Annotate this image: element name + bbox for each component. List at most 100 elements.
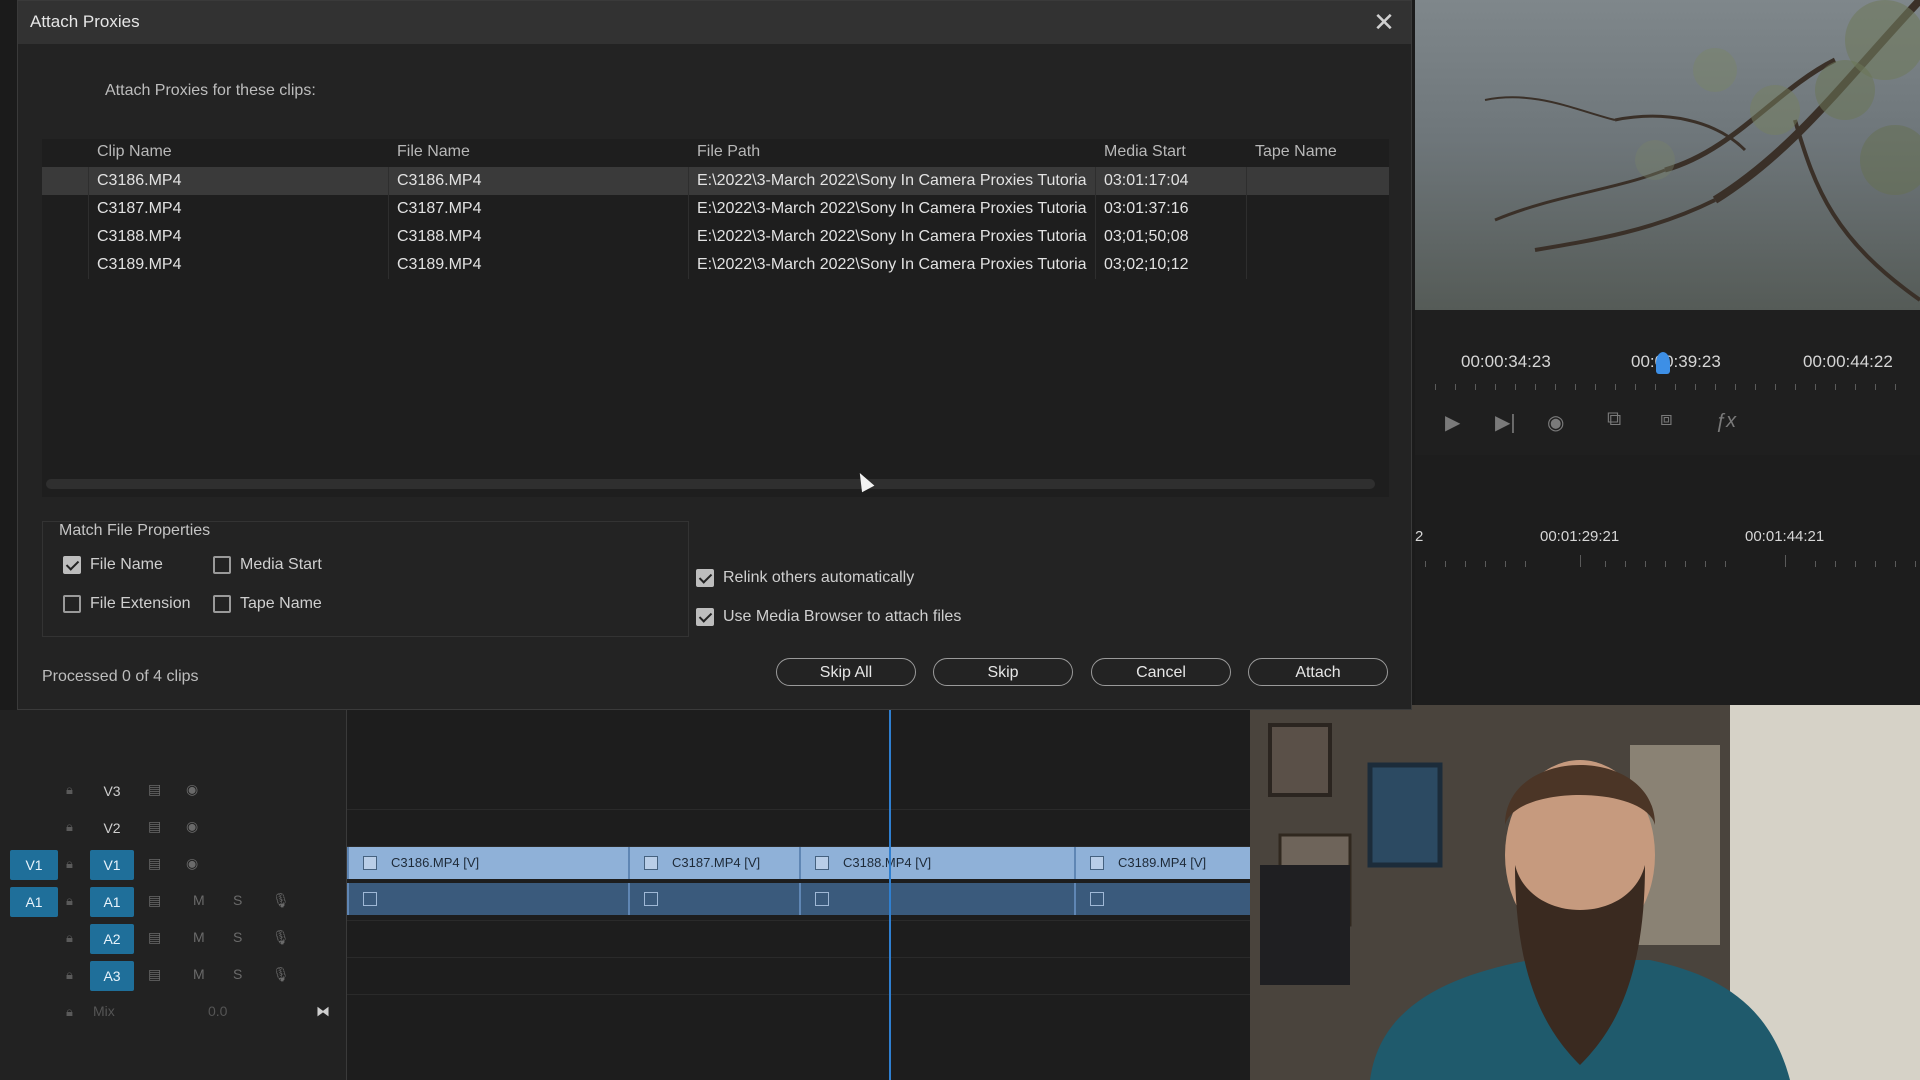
match-file-properties-label: Match File Properties (55, 522, 215, 540)
sync-lock-icon[interactable]: ▤ (148, 781, 161, 798)
ruler-label: 2 (1415, 528, 1424, 545)
relink-automatically-checkbox[interactable] (696, 569, 714, 587)
program-playhead[interactable] (1656, 352, 1670, 374)
track-name[interactable]: A1 (90, 887, 134, 917)
sync-lock-icon[interactable]: ▤ (148, 818, 161, 835)
mute-button[interactable]: M (193, 966, 205, 982)
lock-icon[interactable]: 🔒︎ (66, 967, 73, 983)
track-name[interactable]: V2 (90, 813, 134, 843)
track-header-v2: 🔒︎ V2 ▤ ◉ (0, 810, 346, 846)
mute-button[interactable]: M (193, 892, 205, 908)
sync-lock-icon[interactable]: ▤ (148, 855, 161, 872)
sync-lock-icon[interactable]: ▤ (148, 929, 161, 946)
eye-icon[interactable]: ◉ (186, 855, 198, 872)
dialog-titlebar[interactable]: Attach Proxies ✕ (18, 1, 1411, 44)
lock-icon[interactable]: 🔒︎ (66, 930, 73, 946)
track-name[interactable]: V1 (90, 850, 134, 880)
eye-icon[interactable]: ◉ (186, 818, 198, 835)
track-header-a1: A1 🔒︎ A1 ▤ M S 🎙︎ (0, 884, 346, 920)
clip-label: C3187.MP4 [V] (672, 855, 761, 870)
lock-icon[interactable]: 🔒︎ (66, 819, 73, 835)
mute-button[interactable]: M (193, 929, 205, 945)
table-row[interactable]: C3189.MP4 C3189.MP4 E:\2022\3-March 2022… (42, 251, 1389, 279)
table-row[interactable]: C3186.MP4 C3186.MP4 E:\2022\3-March 2022… (42, 167, 1389, 195)
sequence-time-ruler[interactable] (1415, 553, 1920, 567)
timeline-playhead[interactable] (889, 710, 891, 1080)
solo-button[interactable]: S (233, 966, 242, 982)
audio-clip[interactable] (347, 883, 628, 915)
table-row[interactable]: C3187.MP4 C3187.MP4 E:\2022\3-March 2022… (42, 195, 1389, 223)
overwrite-icon[interactable]: ⧈ (1660, 408, 1673, 431)
track-header-a3: 🔒︎ A3 ▤ M S 🎙︎ (0, 958, 346, 994)
audio-clip[interactable] (628, 883, 799, 915)
source-patch-a1[interactable]: A1 (10, 887, 58, 917)
cell-media-start: 03:01:17:04 (1104, 172, 1189, 189)
lock-icon[interactable]: 🔒︎ (66, 893, 73, 909)
tracks-area[interactable]: C3186.MP4 [V] C3187.MP4 [V] C3188.MP4 [V… (347, 710, 1250, 1080)
play-icon[interactable]: ▶ (1445, 410, 1460, 435)
table-row[interactable]: C3188.MP4 C3188.MP4 E:\2022\3-March 2022… (42, 223, 1389, 251)
audio-clip[interactable] (799, 883, 1074, 915)
solo-button[interactable]: S (233, 892, 242, 908)
column-header-file-path[interactable]: File Path (697, 143, 760, 161)
attach-button[interactable]: Attach (1248, 658, 1388, 686)
close-icon[interactable]: ✕ (1369, 7, 1399, 37)
timecode-label: 00:00:44:22 (1803, 352, 1893, 371)
column-header-clip-name[interactable]: Clip Name (97, 143, 172, 161)
skip-button[interactable]: Skip (933, 658, 1073, 686)
microphone-icon[interactable]: 🎙︎ (272, 966, 290, 983)
use-media-browser-checkbox[interactable] (696, 608, 714, 626)
video-clip[interactable]: C3187.MP4 [V] (628, 847, 799, 879)
column-header-tape-name[interactable]: Tape Name (1255, 143, 1337, 161)
mix-label: Mix (93, 1003, 115, 1019)
program-monitor-controls: 00:00:34:23 00:00:39:23 00:00:44:22 ▶ ▶|… (1415, 310, 1920, 455)
cell-media-start: 03;01;50;08 (1104, 228, 1189, 245)
sync-lock-icon[interactable]: ▤ (148, 966, 161, 983)
insert-icon[interactable]: ⧉ (1607, 408, 1621, 431)
lock-icon[interactable]: 🔒︎ (66, 1004, 73, 1020)
video-clip[interactable]: C3186.MP4 [V] (347, 847, 628, 879)
solo-button[interactable]: S (233, 929, 242, 945)
media-start-label: Media Start (240, 556, 322, 573)
step-forward-icon[interactable]: ▶| (1495, 410, 1516, 435)
microphone-icon[interactable]: 🎙︎ (272, 929, 290, 946)
time-ruler[interactable] (1415, 372, 1920, 390)
track-lane-a3[interactable] (347, 958, 1250, 995)
skip-all-button[interactable]: Skip All (776, 658, 916, 686)
audio-clip[interactable] (1074, 883, 1250, 915)
horizontal-scrollbar[interactable] (46, 479, 1375, 489)
cell-media-start: 03:01:37:16 (1104, 200, 1189, 217)
effects-icon[interactable]: ƒx (1715, 410, 1736, 433)
source-patch-v1[interactable]: V1 (10, 850, 58, 880)
track-name[interactable]: A2 (90, 924, 134, 954)
bowtie-icon[interactable]: ⧓ (316, 1003, 330, 1020)
column-header-file-name[interactable]: File Name (397, 143, 470, 161)
file-name-checkbox[interactable] (63, 556, 81, 574)
cell-clip-name: C3187.MP4 (97, 200, 182, 217)
track-lane-v2[interactable] (347, 810, 1250, 847)
lock-icon[interactable]: 🔒︎ (66, 856, 73, 872)
track-headers: 🔒︎ V3 ▤ ◉ 🔒︎ V2 ▤ ◉ V1 🔒︎ V1 ▤ ◉ A1 🔒︎ A… (0, 710, 347, 1080)
cell-file-path: E:\2022\3-March 2022\Sony In Camera Prox… (697, 256, 1087, 273)
cancel-button[interactable]: Cancel (1091, 658, 1231, 686)
video-clip[interactable]: C3188.MP4 [V] (799, 847, 1074, 879)
eye-icon[interactable]: ◉ (186, 781, 198, 798)
tape-name-checkbox[interactable] (213, 595, 231, 613)
mix-value[interactable]: 0.0 (208, 1003, 227, 1019)
video-clip[interactable]: C3189.MP4 [V] (1074, 847, 1250, 879)
lock-icon[interactable]: 🔒︎ (66, 782, 73, 798)
file-extension-checkbox[interactable] (63, 595, 81, 613)
media-start-checkbox[interactable] (213, 556, 231, 574)
track-name[interactable]: A3 (90, 961, 134, 991)
camera-icon[interactable]: ◉ (1547, 410, 1564, 435)
sync-lock-icon[interactable]: ▤ (148, 892, 161, 909)
tree-branches-image (1484, 0, 1920, 302)
microphone-icon[interactable]: 🎙︎ (272, 892, 290, 909)
track-name[interactable]: V3 (90, 776, 134, 806)
fx-badge-icon (644, 892, 658, 906)
fx-badge-icon (644, 856, 658, 870)
track-lane-v3[interactable] (347, 773, 1250, 810)
track-lane-a2[interactable] (347, 921, 1250, 958)
ruler-label: 00:01:29:21 (1540, 528, 1620, 545)
column-header-media-start[interactable]: Media Start (1104, 143, 1186, 161)
